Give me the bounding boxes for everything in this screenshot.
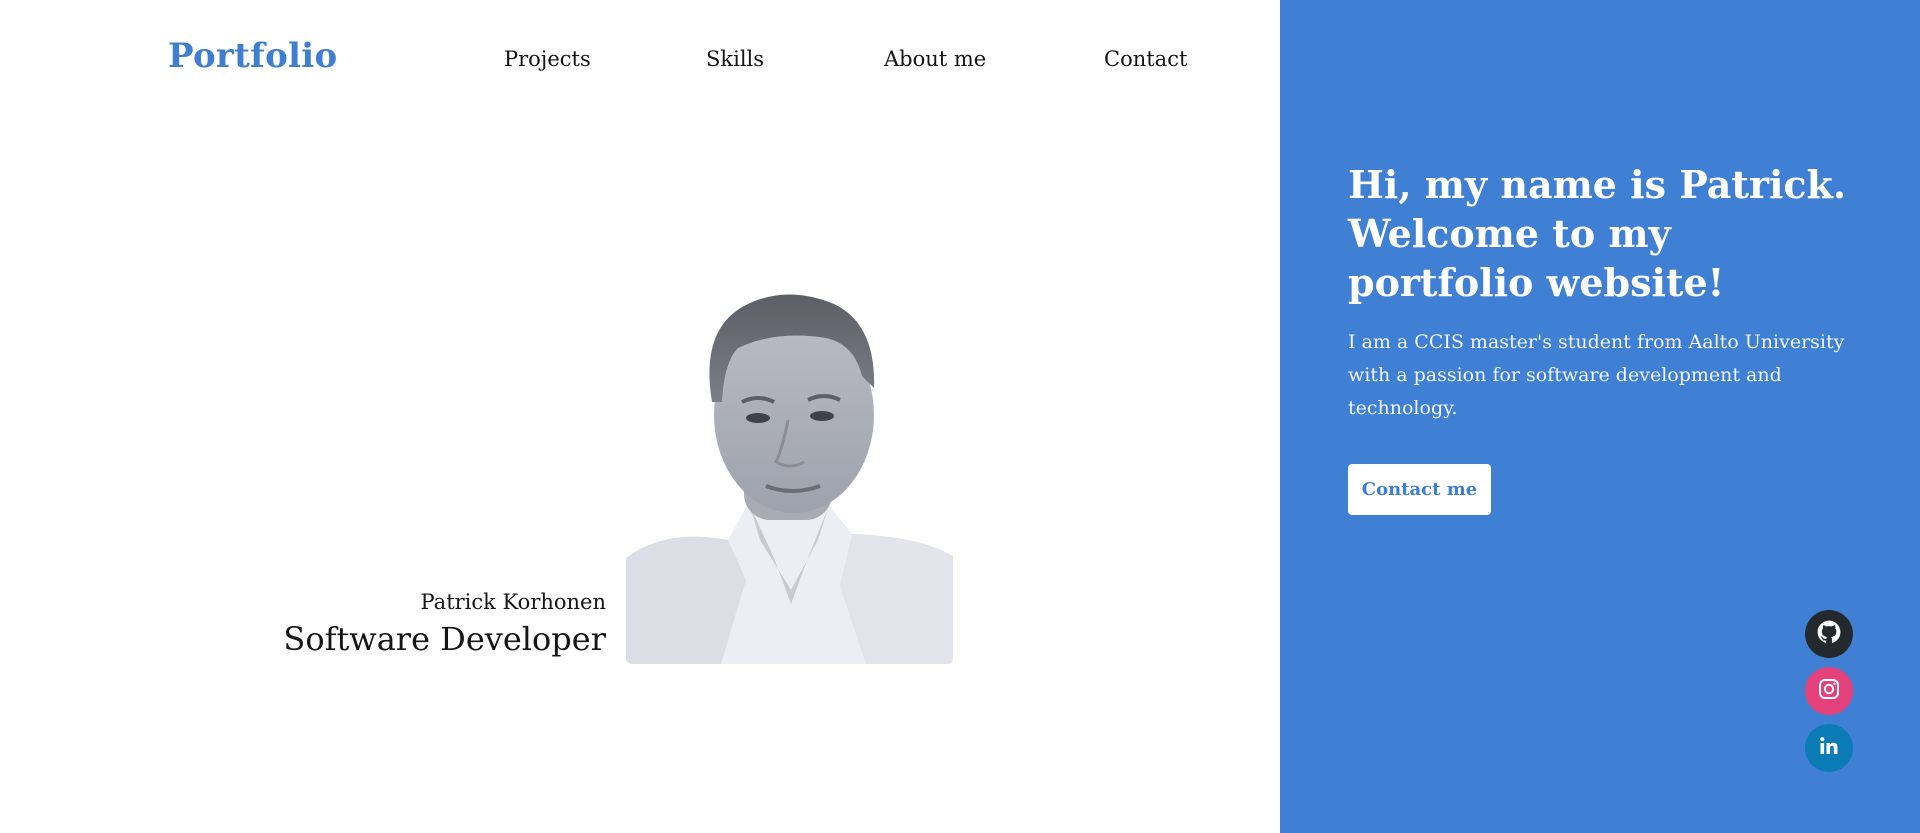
nav-link-projects[interactable]: Projects [504, 47, 591, 71]
instagram-icon [1817, 677, 1841, 705]
linkedin-link[interactable] [1805, 724, 1853, 772]
instagram-link[interactable] [1805, 667, 1853, 715]
nav-link-about-me[interactable]: About me [884, 47, 986, 71]
nav-link-contact[interactable]: Contact [1104, 47, 1187, 71]
profile-name: Patrick Korhonen [420, 590, 606, 614]
brand-logo-link[interactable]: Portfolio [168, 36, 337, 76]
linkedin-icon [1817, 734, 1841, 762]
contact-me-button[interactable]: Contact me [1348, 464, 1491, 515]
nav-link-skills[interactable]: Skills [706, 47, 764, 71]
github-icon [1816, 619, 1842, 649]
hero-heading: Hi, my name is Patrick. Welcome to my po… [1348, 162, 1847, 305]
github-link[interactable] [1805, 610, 1853, 658]
profile-photo [626, 290, 953, 664]
hero-description: I am a CCIS master's student from Aalto … [1348, 331, 1845, 419]
profile-role: Software Developer [283, 620, 606, 658]
